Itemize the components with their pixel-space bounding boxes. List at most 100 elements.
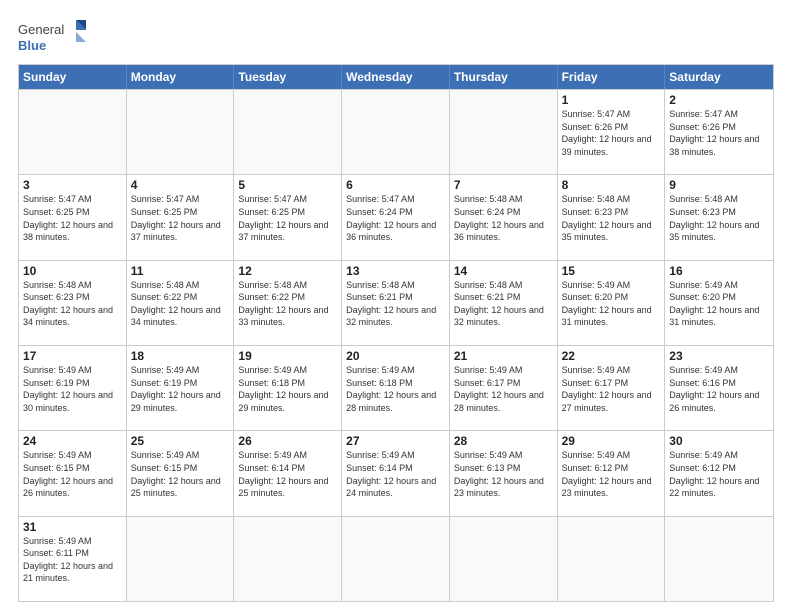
cal-cell: 27Sunrise: 5:49 AM Sunset: 6:14 PM Dayli… — [342, 431, 450, 515]
sun-info: Sunrise: 5:49 AM Sunset: 6:17 PM Dayligh… — [562, 364, 661, 414]
day-number: 19 — [238, 349, 337, 363]
cal-header-day-tuesday: Tuesday — [234, 65, 342, 89]
sun-info: Sunrise: 5:49 AM Sunset: 6:17 PM Dayligh… — [454, 364, 553, 414]
sun-info: Sunrise: 5:49 AM Sunset: 6:18 PM Dayligh… — [238, 364, 337, 414]
day-number: 11 — [131, 264, 230, 278]
day-number: 22 — [562, 349, 661, 363]
cal-header-day-friday: Friday — [558, 65, 666, 89]
day-number: 2 — [669, 93, 769, 107]
day-number: 24 — [23, 434, 122, 448]
day-number: 3 — [23, 178, 122, 192]
cal-cell: 24Sunrise: 5:49 AM Sunset: 6:15 PM Dayli… — [19, 431, 127, 515]
cal-cell: 26Sunrise: 5:49 AM Sunset: 6:14 PM Dayli… — [234, 431, 342, 515]
day-number: 9 — [669, 178, 769, 192]
cal-cell — [127, 90, 235, 174]
cal-week-2: 3Sunrise: 5:47 AM Sunset: 6:25 PM Daylig… — [19, 174, 773, 259]
cal-cell: 1Sunrise: 5:47 AM Sunset: 6:26 PM Daylig… — [558, 90, 666, 174]
day-number: 27 — [346, 434, 445, 448]
day-number: 18 — [131, 349, 230, 363]
cal-cell: 5Sunrise: 5:47 AM Sunset: 6:25 PM Daylig… — [234, 175, 342, 259]
svg-text:Blue: Blue — [18, 38, 46, 53]
cal-cell: 29Sunrise: 5:49 AM Sunset: 6:12 PM Dayli… — [558, 431, 666, 515]
cal-cell: 22Sunrise: 5:49 AM Sunset: 6:17 PM Dayli… — [558, 346, 666, 430]
svg-text:General: General — [18, 22, 64, 37]
sun-info: Sunrise: 5:49 AM Sunset: 6:12 PM Dayligh… — [562, 449, 661, 499]
cal-cell: 28Sunrise: 5:49 AM Sunset: 6:13 PM Dayli… — [450, 431, 558, 515]
day-number: 14 — [454, 264, 553, 278]
calendar: SundayMondayTuesdayWednesdayThursdayFrid… — [18, 64, 774, 602]
generalblue-logo-icon: General Blue — [18, 18, 88, 56]
cal-cell — [127, 517, 235, 601]
sun-info: Sunrise: 5:47 AM Sunset: 6:25 PM Dayligh… — [131, 193, 230, 243]
sun-info: Sunrise: 5:49 AM Sunset: 6:18 PM Dayligh… — [346, 364, 445, 414]
cal-cell: 8Sunrise: 5:48 AM Sunset: 6:23 PM Daylig… — [558, 175, 666, 259]
sun-info: Sunrise: 5:49 AM Sunset: 6:15 PM Dayligh… — [23, 449, 122, 499]
sun-info: Sunrise: 5:49 AM Sunset: 6:13 PM Dayligh… — [454, 449, 553, 499]
day-number: 30 — [669, 434, 769, 448]
cal-cell: 13Sunrise: 5:48 AM Sunset: 6:21 PM Dayli… — [342, 261, 450, 345]
day-number: 6 — [346, 178, 445, 192]
sun-info: Sunrise: 5:49 AM Sunset: 6:19 PM Dayligh… — [23, 364, 122, 414]
cal-cell: 10Sunrise: 5:48 AM Sunset: 6:23 PM Dayli… — [19, 261, 127, 345]
logo: General Blue — [18, 18, 88, 56]
day-number: 1 — [562, 93, 661, 107]
day-number: 15 — [562, 264, 661, 278]
cal-week-6: 31Sunrise: 5:49 AM Sunset: 6:11 PM Dayli… — [19, 516, 773, 601]
day-number: 21 — [454, 349, 553, 363]
sun-info: Sunrise: 5:47 AM Sunset: 6:26 PM Dayligh… — [562, 108, 661, 158]
cal-cell — [342, 90, 450, 174]
sun-info: Sunrise: 5:48 AM Sunset: 6:24 PM Dayligh… — [454, 193, 553, 243]
cal-cell — [665, 517, 773, 601]
cal-cell: 31Sunrise: 5:49 AM Sunset: 6:11 PM Dayli… — [19, 517, 127, 601]
cal-cell: 15Sunrise: 5:49 AM Sunset: 6:20 PM Dayli… — [558, 261, 666, 345]
cal-week-3: 10Sunrise: 5:48 AM Sunset: 6:23 PM Dayli… — [19, 260, 773, 345]
cal-cell — [234, 517, 342, 601]
cal-cell: 23Sunrise: 5:49 AM Sunset: 6:16 PM Dayli… — [665, 346, 773, 430]
sun-info: Sunrise: 5:49 AM Sunset: 6:15 PM Dayligh… — [131, 449, 230, 499]
cal-week-4: 17Sunrise: 5:49 AM Sunset: 6:19 PM Dayli… — [19, 345, 773, 430]
day-number: 31 — [23, 520, 122, 534]
cal-cell: 18Sunrise: 5:49 AM Sunset: 6:19 PM Dayli… — [127, 346, 235, 430]
day-number: 8 — [562, 178, 661, 192]
calendar-header: SundayMondayTuesdayWednesdayThursdayFrid… — [19, 65, 773, 89]
cal-cell: 19Sunrise: 5:49 AM Sunset: 6:18 PM Dayli… — [234, 346, 342, 430]
sun-info: Sunrise: 5:47 AM Sunset: 6:25 PM Dayligh… — [23, 193, 122, 243]
day-number: 13 — [346, 264, 445, 278]
cal-cell: 16Sunrise: 5:49 AM Sunset: 6:20 PM Dayli… — [665, 261, 773, 345]
cal-header-day-monday: Monday — [127, 65, 235, 89]
day-number: 29 — [562, 434, 661, 448]
sun-info: Sunrise: 5:49 AM Sunset: 6:12 PM Dayligh… — [669, 449, 769, 499]
cal-week-5: 24Sunrise: 5:49 AM Sunset: 6:15 PM Dayli… — [19, 430, 773, 515]
sun-info: Sunrise: 5:49 AM Sunset: 6:14 PM Dayligh… — [346, 449, 445, 499]
day-number: 5 — [238, 178, 337, 192]
day-number: 4 — [131, 178, 230, 192]
cal-cell: 30Sunrise: 5:49 AM Sunset: 6:12 PM Dayli… — [665, 431, 773, 515]
cal-cell: 20Sunrise: 5:49 AM Sunset: 6:18 PM Dayli… — [342, 346, 450, 430]
cal-cell — [234, 90, 342, 174]
cal-header-day-sunday: Sunday — [19, 65, 127, 89]
day-number: 23 — [669, 349, 769, 363]
sun-info: Sunrise: 5:48 AM Sunset: 6:21 PM Dayligh… — [346, 279, 445, 329]
cal-header-day-thursday: Thursday — [450, 65, 558, 89]
cal-cell — [450, 517, 558, 601]
day-number: 12 — [238, 264, 337, 278]
cal-header-day-saturday: Saturday — [665, 65, 773, 89]
cal-cell: 9Sunrise: 5:48 AM Sunset: 6:23 PM Daylig… — [665, 175, 773, 259]
sun-info: Sunrise: 5:47 AM Sunset: 6:25 PM Dayligh… — [238, 193, 337, 243]
cal-cell: 21Sunrise: 5:49 AM Sunset: 6:17 PM Dayli… — [450, 346, 558, 430]
sun-info: Sunrise: 5:48 AM Sunset: 6:21 PM Dayligh… — [454, 279, 553, 329]
day-number: 17 — [23, 349, 122, 363]
sun-info: Sunrise: 5:48 AM Sunset: 6:22 PM Dayligh… — [131, 279, 230, 329]
cal-cell: 4Sunrise: 5:47 AM Sunset: 6:25 PM Daylig… — [127, 175, 235, 259]
sun-info: Sunrise: 5:48 AM Sunset: 6:22 PM Dayligh… — [238, 279, 337, 329]
day-number: 10 — [23, 264, 122, 278]
cal-cell: 17Sunrise: 5:49 AM Sunset: 6:19 PM Dayli… — [19, 346, 127, 430]
calendar-body: 1Sunrise: 5:47 AM Sunset: 6:26 PM Daylig… — [19, 89, 773, 601]
sun-info: Sunrise: 5:48 AM Sunset: 6:23 PM Dayligh… — [669, 193, 769, 243]
sun-info: Sunrise: 5:49 AM Sunset: 6:16 PM Dayligh… — [669, 364, 769, 414]
cal-cell: 25Sunrise: 5:49 AM Sunset: 6:15 PM Dayli… — [127, 431, 235, 515]
cal-cell — [450, 90, 558, 174]
cal-cell — [342, 517, 450, 601]
cal-cell: 7Sunrise: 5:48 AM Sunset: 6:24 PM Daylig… — [450, 175, 558, 259]
day-number: 25 — [131, 434, 230, 448]
